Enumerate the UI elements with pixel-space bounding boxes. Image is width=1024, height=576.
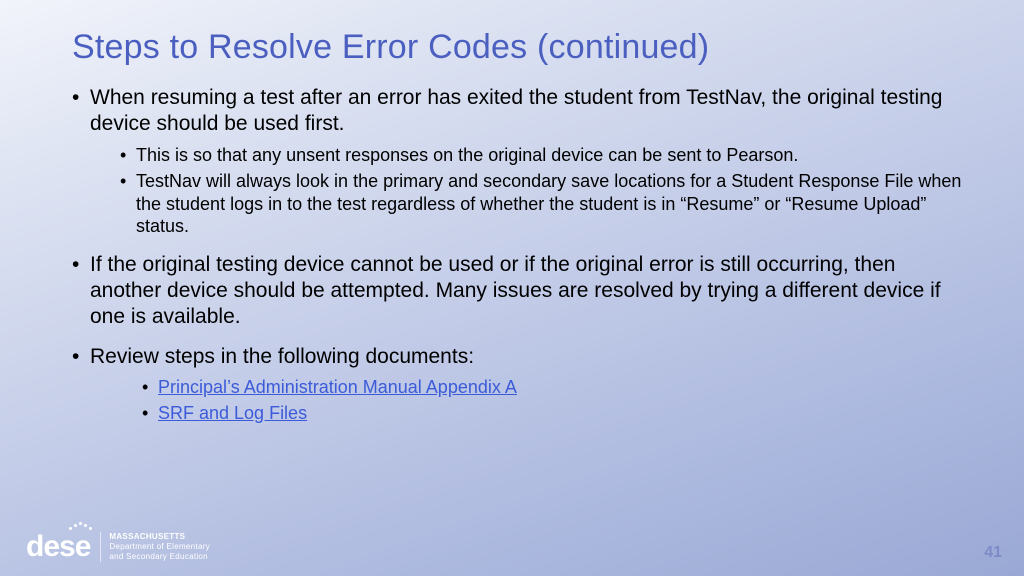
logo-dots-icon (69, 524, 92, 527)
link-list-item: Principal’s Administration Manual Append… (142, 375, 964, 399)
link-appendix-a[interactable]: Principal’s Administration Manual Append… (158, 377, 517, 397)
logo-line-1: MASSACHUSETTS (109, 532, 210, 542)
slide: Steps to Resolve Error Codes (continued)… (0, 0, 1024, 576)
bullet-item: When resuming a test after an error has … (72, 85, 964, 238)
sub-bullet-item: This is so that any unsent responses on … (120, 144, 964, 167)
page-number: 41 (984, 544, 1002, 562)
bullet-item: Review steps in the following documents:… (72, 344, 964, 425)
logo-mark: dese (26, 532, 90, 562)
logo-wordmark: dese (26, 530, 90, 563)
bullet-text: When resuming a test after an error has … (90, 86, 943, 135)
sub-bullet-item: TestNav will always look in the primary … (120, 170, 964, 238)
logo-line-2: Department of Elementary (109, 542, 210, 552)
logo-line-3: and Secondary Education (109, 552, 210, 562)
bullet-text: Review steps in the following documents: (90, 345, 474, 368)
dese-logo: dese MASSACHUSETTS Department of Element… (26, 532, 210, 562)
link-list: Principal’s Administration Manual Append… (90, 375, 964, 426)
bullet-list: When resuming a test after an error has … (72, 85, 964, 425)
bullet-item: If the original testing device cannot be… (72, 252, 964, 331)
logo-text: MASSACHUSETTS Department of Elementary a… (100, 532, 210, 562)
slide-title: Steps to Resolve Error Codes (continued) (72, 28, 964, 67)
link-list-item: SRF and Log Files (142, 401, 964, 425)
link-srf-log-files[interactable]: SRF and Log Files (158, 403, 307, 423)
sub-bullet-list: This is so that any unsent responses on … (90, 144, 964, 238)
